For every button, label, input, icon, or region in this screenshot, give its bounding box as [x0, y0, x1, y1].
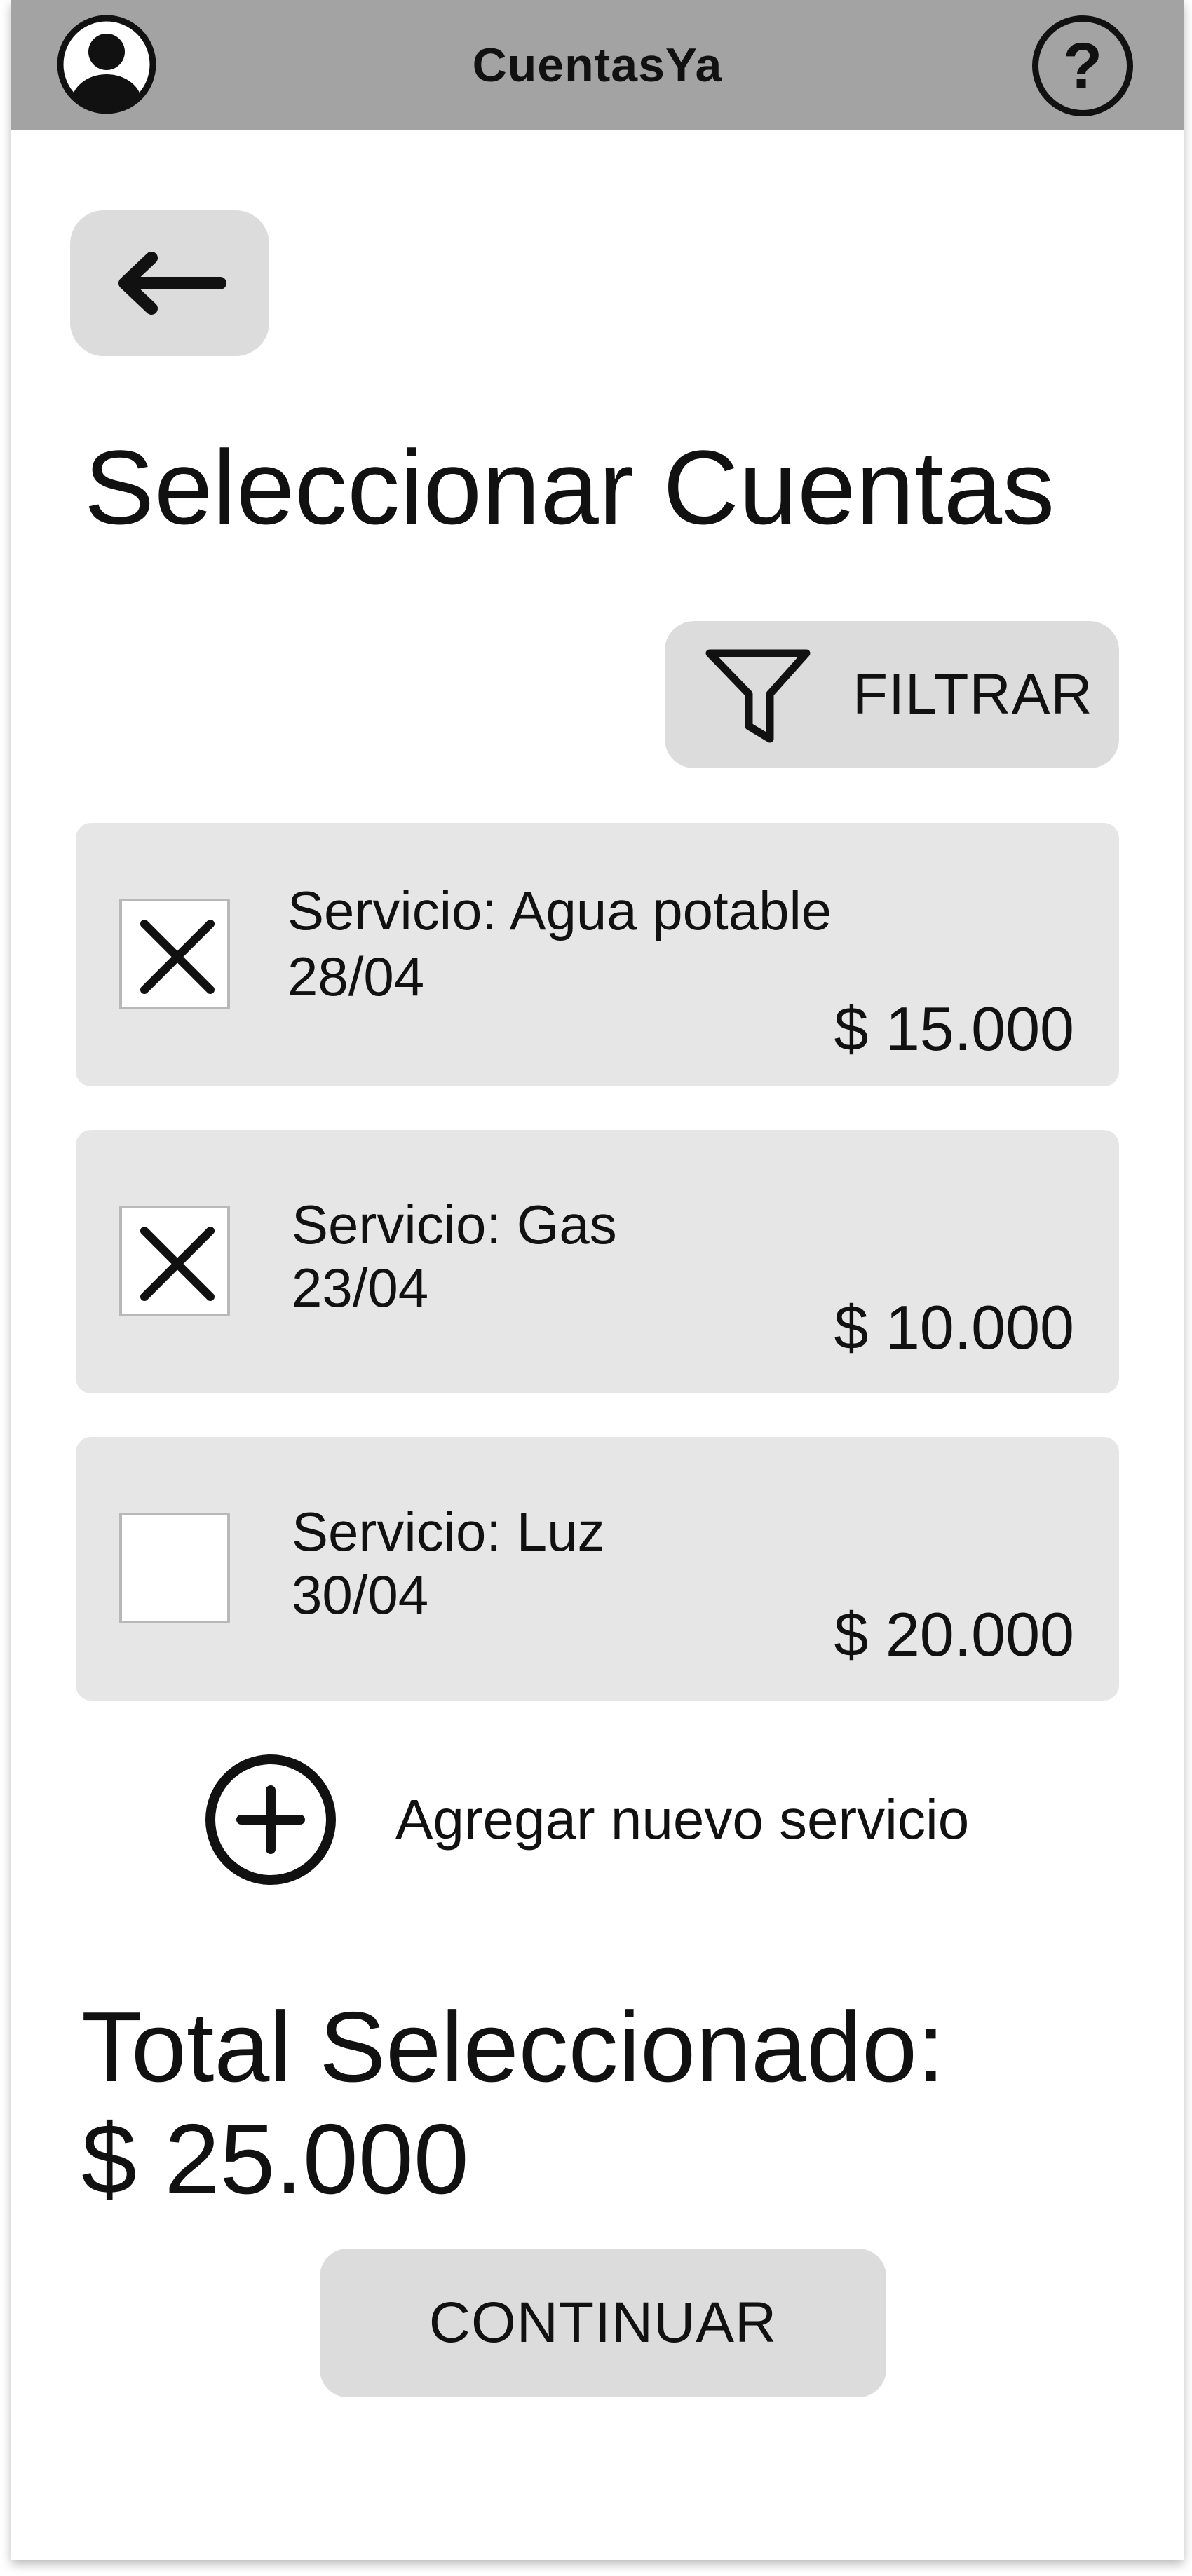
question-mark-icon: ?	[1062, 30, 1103, 102]
x-mark-icon	[140, 920, 215, 994]
filter-button[interactable]: FILTRAR	[665, 621, 1119, 768]
account-card-gas[interactable]: Servicio: Gas 23/04 $ 10.000	[76, 1130, 1119, 1393]
top-bar: CuentasYa ?	[11, 0, 1184, 130]
account-card-agua[interactable]: Servicio: Agua potable 28/04 $ 15.000	[76, 823, 1119, 1086]
account-amount: $ 20.000	[834, 1600, 1074, 1669]
plus-circle-icon	[205, 1754, 336, 1885]
account-checkbox-luz[interactable]	[119, 1513, 230, 1623]
account-name: Servicio: Luz	[292, 1501, 605, 1562]
filter-label: FILTRAR	[853, 662, 1093, 726]
account-amount: $ 10.000	[834, 1293, 1074, 1362]
help-button[interactable]: ?	[1032, 15, 1133, 116]
continue-button[interactable]: CONTINUAR	[320, 2249, 886, 2397]
account-name: Servicio: Gas	[292, 1194, 617, 1255]
total-label: Total Seleccionado:	[81, 1991, 945, 2103]
page-title: Seleccionar Cuentas	[84, 428, 1055, 546]
x-mark-icon	[140, 1227, 215, 1301]
back-button[interactable]	[70, 210, 269, 356]
add-service-label: Agregar nuevo servicio	[395, 1788, 970, 1851]
account-date: 23/04	[292, 1257, 429, 1318]
account-date: 28/04	[287, 946, 425, 1007]
add-service-button[interactable]: Agregar nuevo servicio	[201, 1750, 1112, 1890]
app-title: CuentasYa	[472, 38, 723, 92]
account-checkbox-agua[interactable]	[119, 899, 230, 1009]
account-checkbox-gas[interactable]	[119, 1206, 230, 1316]
funnel-icon	[705, 649, 811, 743]
account-date: 30/04	[292, 1564, 429, 1626]
account-name: Servicio: Agua potable	[287, 880, 832, 941]
user-avatar-icon	[57, 15, 156, 114]
total-value: $ 25.000	[81, 2104, 469, 2215]
app-screen: CuentasYa ? Seleccionar Cuentas FILTRAR	[11, 0, 1184, 2560]
profile-button[interactable]	[55, 13, 158, 116]
arrow-left-icon	[118, 252, 226, 315]
account-amount: $ 15.000	[834, 994, 1074, 1063]
account-card-luz[interactable]: Servicio: Luz 30/04 $ 20.000	[76, 1437, 1119, 1701]
